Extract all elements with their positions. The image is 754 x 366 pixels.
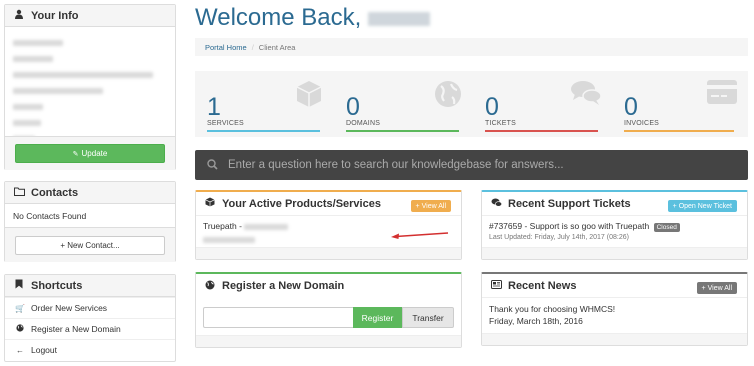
breadcrumb-current: Client Area	[258, 42, 296, 52]
news-title: Recent News	[508, 279, 577, 292]
domain-title: Register a New Domain	[222, 280, 345, 292]
news-item[interactable]: Thank you for choosing WHMCS! Friday, Ma…	[489, 304, 615, 326]
recent-news-panel: Recent News + View All Thank you for cho…	[481, 272, 748, 346]
domains-label: DOMAINS	[346, 120, 381, 127]
active-products-panel: Your Active Products/Services + View All…	[195, 190, 462, 260]
new-contact-button[interactable]: + New Contact...	[15, 236, 165, 255]
shortcut-logout[interactable]: ← Logout	[5, 339, 175, 360]
news-item-title: Thank you for choosing WHMCS!	[489, 304, 616, 314]
folder-icon	[13, 187, 25, 199]
update-button[interactable]: ✎ Update	[15, 144, 165, 163]
breadcrumb-home[interactable]: Portal Home	[205, 43, 247, 52]
comments-icon	[570, 79, 602, 109]
tickets-footer	[482, 247, 747, 259]
domain-footer	[196, 335, 461, 347]
products-footer	[196, 247, 461, 259]
register-domain-panel: Register a New Domain Register Transfer	[195, 272, 462, 348]
shortcut-label: Order New Services	[31, 303, 108, 313]
stat-tickets[interactable]: 0 TICKETS	[473, 71, 612, 137]
shortcuts-title: Shortcuts	[31, 279, 83, 292]
pencil-icon: ✎	[72, 150, 79, 158]
cube-icon	[204, 197, 216, 210]
invoices-count: 0	[624, 93, 638, 121]
contacts-panel: Contacts No Contacts Found + New Contact…	[4, 181, 176, 262]
breadcrumb-separator: /	[251, 42, 254, 52]
ticket-updated: Last Updated: Friday, July 14th, 2017 (0…	[489, 234, 629, 241]
newspaper-icon	[490, 279, 502, 292]
comments-icon	[490, 198, 502, 210]
news-footer	[482, 333, 747, 345]
services-bar	[207, 130, 320, 132]
your-info-footer: ✎ Update	[5, 136, 175, 170]
ticket-status-badge: Closed	[653, 223, 680, 232]
your-info-header: Your Info	[5, 5, 175, 27]
redacted-product-detail	[203, 236, 255, 243]
open-new-ticket-label: Open New Ticket	[678, 202, 732, 210]
contacts-title: Contacts	[31, 186, 79, 199]
tickets-bar	[485, 130, 598, 132]
shortcut-order-new-services[interactable]: 🛒 Order New Services	[5, 297, 175, 318]
support-tickets-panel: Recent Support Tickets + Open New Ticket…	[481, 190, 748, 260]
ticket-item[interactable]: #737659 - Support is so goo with Truepat…	[489, 221, 680, 241]
products-title: Your Active Products/Services	[222, 197, 381, 210]
plus-icon: +	[672, 202, 677, 210]
redacted-product-domain	[244, 223, 289, 230]
your-info-details	[13, 37, 153, 149]
domain-search-input[interactable]	[203, 307, 353, 328]
shortcut-register-domain[interactable]: Register a New Domain	[5, 318, 175, 339]
view-all-label: View All	[707, 284, 732, 292]
shortcuts-header: Shortcuts	[5, 275, 175, 297]
cube-icon	[294, 79, 324, 111]
no-contacts-text: No Contacts Found	[13, 211, 87, 221]
plus-icon: +	[415, 202, 420, 210]
your-info-panel: Your Info ✎ Update	[4, 4, 176, 170]
annotation-arrow	[391, 232, 449, 239]
contacts-header: Contacts	[5, 182, 175, 204]
product-item[interactable]: Truepath -	[203, 221, 289, 244]
redacted-username	[367, 11, 430, 26]
tickets-count: 0	[485, 93, 499, 121]
view-all-label: View All	[421, 202, 446, 210]
domain-header: Register a New Domain	[196, 274, 461, 298]
products-view-all-button[interactable]: + View All	[410, 200, 451, 212]
globe-icon	[204, 280, 216, 293]
invoices-bar	[624, 130, 734, 132]
domains-bar	[346, 130, 459, 132]
invoices-label: INVOICES	[624, 120, 660, 127]
ticket-title: #737659 - Support is so goo with Truepat…	[489, 221, 650, 231]
stat-domains[interactable]: 0 DOMAINS	[334, 71, 473, 137]
logout-arrow-icon: ←	[16, 345, 24, 355]
open-new-ticket-button[interactable]: + Open New Ticket	[667, 200, 737, 212]
user-icon	[13, 9, 25, 22]
transfer-button[interactable]: Transfer	[402, 307, 454, 328]
register-button[interactable]: Register	[353, 307, 402, 328]
tickets-label: TICKETS	[485, 120, 516, 127]
stat-services[interactable]: 1 SERVICES	[195, 71, 334, 137]
shortcuts-panel: Shortcuts 🛒 Order New Services Register …	[4, 274, 176, 362]
update-label: Update	[81, 149, 108, 158]
search-placeholder: Enter a question here to search our know…	[228, 159, 564, 171]
breadcrumb: Portal Home / Client Area	[195, 38, 748, 56]
product-name: Truepath -	[203, 221, 242, 231]
services-label: SERVICES	[207, 120, 244, 127]
bookmark-icon	[13, 279, 25, 292]
globe-icon	[15, 324, 25, 334]
your-info-title: Your Info	[31, 9, 79, 22]
news-item-date: Friday, March 18th, 2016	[489, 316, 583, 326]
tickets-title: Recent Support Tickets	[508, 197, 631, 210]
plus-icon: +	[701, 284, 706, 292]
stat-invoices[interactable]: 0 INVOICES	[612, 71, 748, 137]
services-count: 1	[207, 93, 221, 121]
knowledgebase-search[interactable]: Enter a question here to search our know…	[195, 150, 748, 180]
credit-card-icon	[706, 79, 738, 107]
shortcut-label: Logout	[31, 345, 57, 355]
page-title: Welcome Back,	[195, 4, 430, 32]
welcome-text: Welcome Back,	[195, 4, 362, 31]
search-icon	[207, 158, 218, 172]
cart-icon: 🛒	[15, 303, 25, 313]
globe-icon	[433, 79, 463, 111]
news-view-all-button[interactable]: + View All	[696, 282, 737, 294]
shortcut-label: Register a New Domain	[31, 324, 121, 334]
domains-count: 0	[346, 93, 360, 121]
